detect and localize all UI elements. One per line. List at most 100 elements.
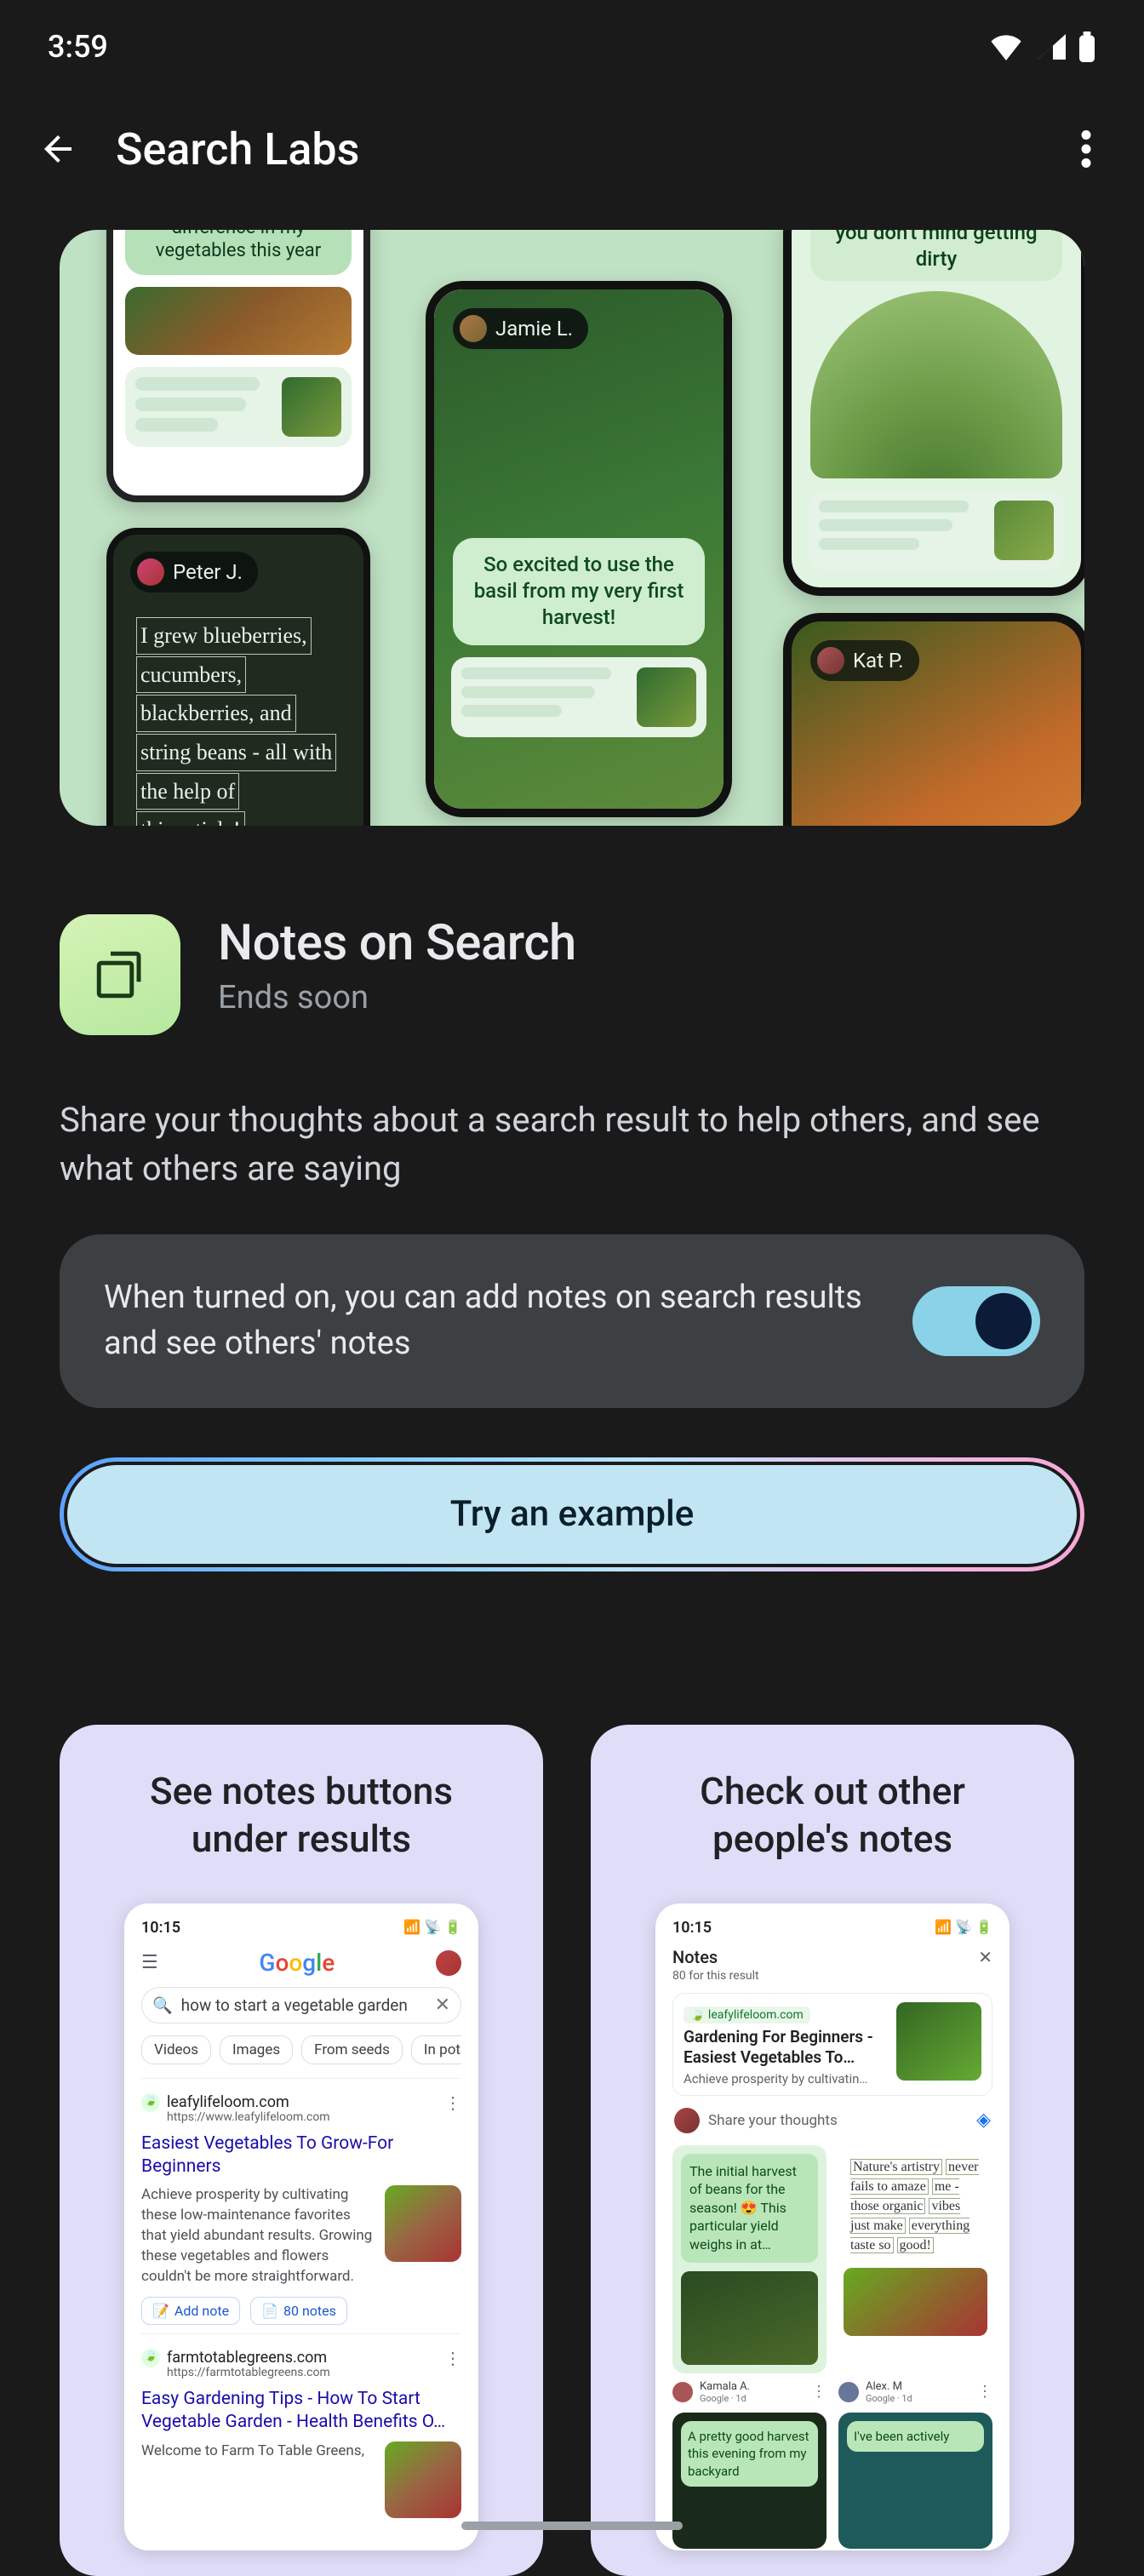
- notes-heading: Notes: [672, 1947, 718, 1967]
- hero-phone-5: Kat P. Don't forget: Wear: [783, 613, 1084, 826]
- try-example-label: Try an example: [450, 1493, 694, 1535]
- result-site: leafylifeloom.com: [167, 2093, 289, 2111]
- notes-card-desc: Achieve prosperity by cultivatin…: [684, 2071, 886, 2087]
- hero-name-jamie: Jamie L.: [453, 308, 588, 349]
- feature-subtitle: Ends soon: [218, 979, 1084, 1016]
- slide-title-a: See notes buttons under results: [90, 1767, 512, 1863]
- note-tile-b-text: Nature's artistry never fails to amaze m…: [844, 2150, 987, 2263]
- notes-source-card: 🍃 leafylifeloom.com Gardening For Beginn…: [672, 1993, 992, 2096]
- notes-icon: [92, 947, 148, 1003]
- toggle-card: When turned on, you can add notes on sea…: [60, 1234, 1084, 1408]
- hero-phone-3: Jamie L. So excited to use the basil fro…: [426, 281, 732, 817]
- favicon-icon: [141, 2349, 160, 2367]
- favicon-icon: [141, 2093, 160, 2112]
- note-tile-a: The initial harvest of beans for the sea…: [672, 2145, 827, 2373]
- arrow-left-icon: [37, 129, 78, 169]
- note-tile-d: I've been actively: [838, 2413, 992, 2549]
- hero-phone-4: you don't mind getting dirty: [783, 230, 1084, 596]
- notes-count-icon: 📄: [261, 2303, 278, 2319]
- result-site: farmtotablegreens.com: [167, 2349, 327, 2367]
- hero-illustration: have made a huge difference in my vegeta…: [60, 230, 1084, 826]
- filter-chip: In pots: [411, 2035, 461, 2064]
- hero-phone-1: have made a huge difference in my vegeta…: [106, 230, 370, 502]
- note-tile-a-text: The initial harvest of beans for the sea…: [681, 2154, 818, 2263]
- notes-count: 80 for this result: [672, 1969, 992, 1983]
- hero-name-peter: Peter J.: [130, 552, 258, 592]
- search-icon: 🔍: [152, 1995, 173, 2015]
- avatar-icon: [672, 2382, 693, 2402]
- mini-phone-b: 10:15 📶 📡 🔋 Notes ✕ 80 for this result 🍃 …: [655, 1903, 1010, 2550]
- search-result-1: ⋮ leafylifeloom.com https://www.leafylif…: [141, 2078, 461, 2333]
- hamburger-icon: ☰: [141, 1952, 158, 1973]
- note-tile-c: A pretty good harvest this evening from …: [672, 2413, 827, 2549]
- hero-bubble-4: you don't mind getting dirty: [810, 230, 1062, 281]
- result-thumbnail: [385, 2185, 461, 2262]
- hero-bubble-3: So excited to use the basil from my very…: [453, 538, 705, 645]
- toggle-knob: [975, 1293, 1032, 1349]
- nav-handle[interactable]: [461, 2522, 683, 2530]
- search-bar: 🔍 how to start a vegetable garden ✕: [141, 1987, 461, 2024]
- avatar-icon: [838, 2382, 859, 2402]
- avatar-icon: [817, 647, 844, 674]
- note-meta-b: Alex. MGoogle · 1d⋮: [838, 2380, 992, 2405]
- notes-card-title: Gardening For Beginners - Easiest Vegeta…: [684, 2027, 886, 2068]
- hero-quote: I grew blueberries, cucumbers, blackberr…: [135, 616, 341, 826]
- close-icon: ✕: [978, 1947, 992, 1967]
- more-icon: ⋮: [977, 2383, 992, 2401]
- hero-phone-2: Peter J. I grew blueberries, cucumbers, …: [106, 528, 370, 826]
- clear-icon: ✕: [435, 1995, 450, 2016]
- share-prompt: Share your thoughts: [708, 2112, 968, 2129]
- feature-description: Share your thoughts about a search resul…: [60, 1096, 1084, 1194]
- note-add-icon: 📝: [152, 2303, 169, 2319]
- result-url: https://farmtotablegreens.com: [167, 2366, 461, 2379]
- leaf-icon: 🍃: [690, 2008, 705, 2022]
- result-title: Easiest Vegetables To Grow-For Beginners: [141, 2132, 461, 2179]
- avatar-icon: [460, 315, 487, 342]
- search-result-2: ⋮ farmtotablegreens.com https://farmtota…: [141, 2333, 461, 2526]
- try-example-button[interactable]: Try an example: [60, 1457, 1084, 1571]
- note-tile-b-image: [844, 2268, 987, 2336]
- slide-title-b: Check out other people's notes: [621, 1767, 1044, 1863]
- filter-chips: VideosImagesFrom seedsIn potsIn: [141, 2035, 461, 2064]
- page-title: Search Labs: [116, 123, 1028, 175]
- signal-icon: [1035, 33, 1066, 60]
- result-description: Achieve prosperity by cultivating these …: [141, 2185, 373, 2287]
- share-thoughts-row: Share your thoughts ◈: [674, 2108, 991, 2133]
- mp-status-icons: 📶 📡 🔋: [935, 1919, 992, 1937]
- result-title: Easy Gardening Tips - How To Start Veget…: [141, 2388, 461, 2435]
- mp-time: 10:15: [141, 1919, 180, 1937]
- info-cards-row[interactable]: See notes buttons under results 10:15 📶 📡…: [60, 1725, 1084, 2576]
- filter-chip: From seeds: [301, 2035, 403, 2064]
- status-icons: [989, 31, 1096, 62]
- note-tile-a-image: [681, 2271, 818, 2365]
- avatar-icon: [436, 1950, 461, 1976]
- result-thumbnail: [385, 2441, 461, 2518]
- add-note-button: 📝Add note: [141, 2297, 240, 2325]
- feature-toggle[interactable]: [912, 1286, 1040, 1356]
- note-meta-a: Kamala A.Google · 1d⋮: [672, 2380, 827, 2405]
- note-tile-b: Nature's artistry never fails to amaze m…: [838, 2145, 992, 2373]
- hero-name-kat: Kat P.: [810, 640, 919, 681]
- mini-phone-a: 10:15 📶 📡 🔋 ☰ Google 🔍 how to start a veg…: [124, 1903, 478, 2550]
- more-icon: ⋮: [444, 2348, 461, 2368]
- slide-card-notes-buttons: See notes buttons under results 10:15 📶 📡…: [60, 1725, 543, 2576]
- view-notes-button: 📄80 notes: [250, 2297, 347, 2325]
- mp-status-icons: 📶 📡 🔋: [403, 1919, 461, 1937]
- filter-chip: Images: [220, 2035, 293, 2064]
- more-icon: ⋮: [444, 2092, 461, 2113]
- status-bar: 3:59: [0, 0, 1144, 94]
- feature-title: Notes on Search: [218, 914, 1084, 972]
- more-vert-icon: [1081, 130, 1091, 168]
- notes-feature-icon: [60, 914, 180, 1035]
- wifi-icon: [989, 33, 1023, 60]
- status-time: 3:59: [48, 29, 108, 65]
- notes-card-thumb: [896, 2002, 981, 2081]
- more-button[interactable]: [1062, 125, 1110, 173]
- result-description: Welcome to Farm To Table Greens,: [141, 2441, 373, 2518]
- mp-time: 10:15: [672, 1919, 712, 1937]
- google-logo: Google: [259, 1949, 335, 1977]
- toggle-description: When turned on, you can add notes on sea…: [104, 1275, 878, 1367]
- compose-icon: ◈: [976, 2109, 991, 2131]
- back-button[interactable]: [34, 125, 82, 173]
- result-url: https://www.leafylifeloom.com: [167, 2110, 461, 2124]
